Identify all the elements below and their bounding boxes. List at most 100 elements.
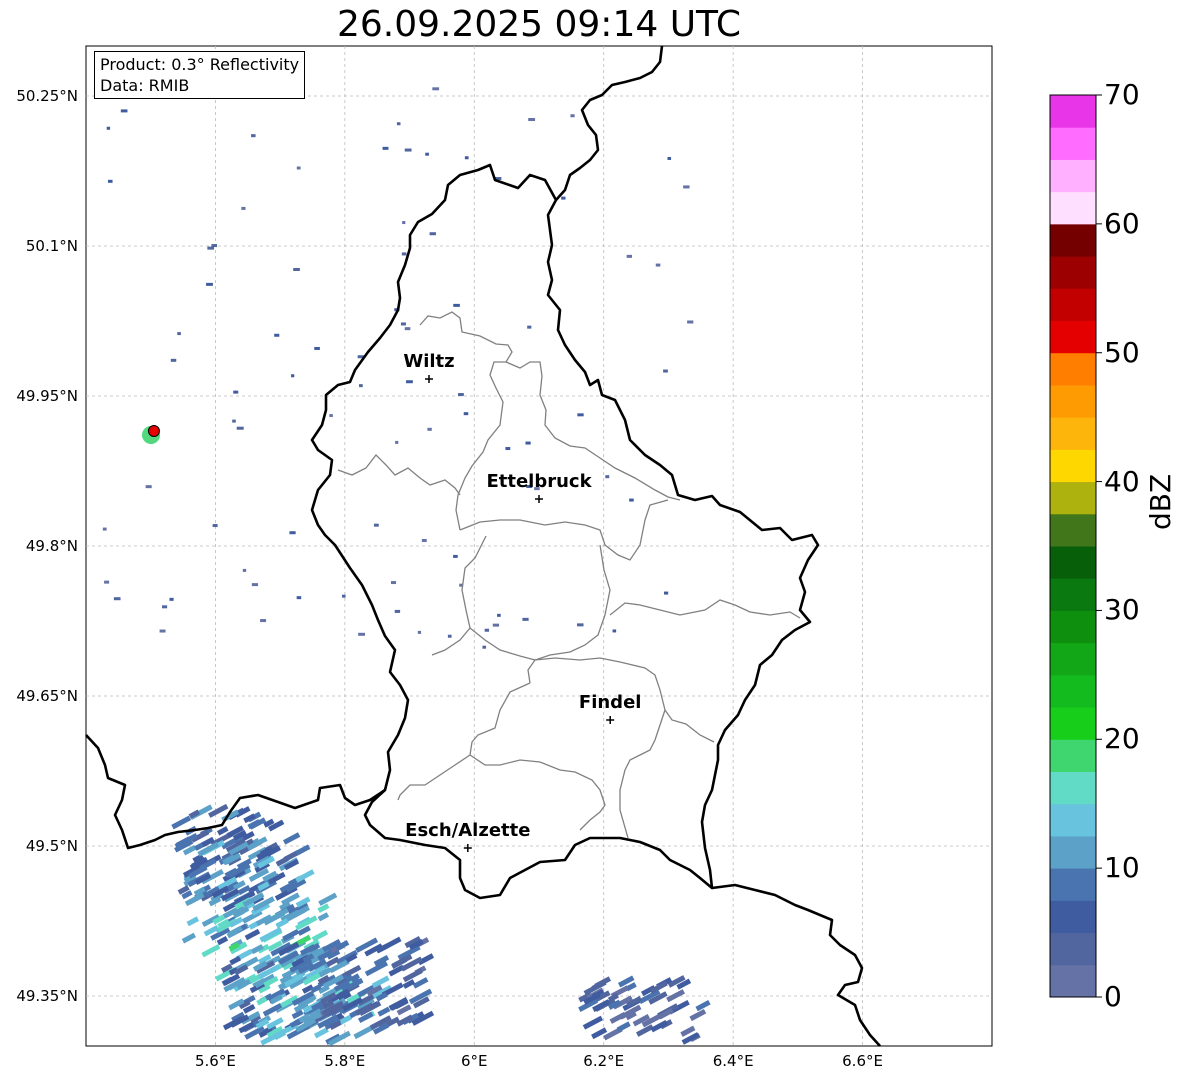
echo-speck bbox=[458, 393, 464, 397]
colorbar-segment bbox=[1050, 384, 1096, 418]
echo-speck bbox=[395, 440, 399, 444]
lon-tick-label: 5.8°E bbox=[324, 1052, 366, 1070]
lat-tick-label: 49.5°N bbox=[25, 837, 78, 855]
colorbar-segment bbox=[1050, 513, 1096, 547]
colorbar-segment bbox=[1050, 900, 1096, 934]
echo-speck bbox=[329, 414, 333, 418]
echo-speck bbox=[505, 447, 511, 451]
echo-speck bbox=[421, 539, 427, 543]
echo-speck bbox=[396, 122, 401, 126]
colorbar bbox=[1050, 94, 1102, 998]
echo-speck bbox=[463, 412, 469, 416]
echo-speck bbox=[663, 591, 669, 595]
echo-speck bbox=[260, 619, 267, 623]
echo-speck bbox=[464, 156, 469, 160]
echo-speck bbox=[570, 114, 575, 118]
echo-speck bbox=[104, 580, 110, 584]
echo-speck bbox=[394, 609, 401, 613]
echo-speck bbox=[169, 597, 174, 601]
colorbar-segment bbox=[1050, 932, 1096, 966]
echo-speck bbox=[145, 485, 152, 489]
echo-speck bbox=[373, 523, 379, 527]
echo-speck bbox=[212, 524, 218, 528]
echo-speck bbox=[453, 303, 460, 307]
echo-speck bbox=[629, 498, 634, 502]
echo-speck bbox=[417, 630, 422, 634]
echo-speck bbox=[102, 527, 107, 531]
echo-speck bbox=[605, 475, 610, 479]
echo-speck bbox=[113, 597, 121, 601]
lat-tick-label: 50.1°N bbox=[25, 237, 78, 255]
echo-speck bbox=[106, 126, 111, 130]
echo-speck bbox=[232, 419, 236, 423]
echo-speck bbox=[612, 629, 617, 633]
city-label: Esch/Alzette bbox=[405, 820, 531, 841]
lat-tick-label: 49.95°N bbox=[16, 387, 78, 405]
echo-speck bbox=[390, 581, 397, 585]
echo-speck bbox=[525, 441, 531, 445]
echo-speck bbox=[206, 282, 213, 286]
lon-tick-label: 6.4°E bbox=[712, 1052, 754, 1070]
echo-speck bbox=[447, 634, 452, 638]
colorbar-segment bbox=[1050, 320, 1096, 354]
colorbar-segment bbox=[1050, 803, 1096, 837]
city-label: Ettelbruck bbox=[486, 471, 592, 492]
echo-speck bbox=[296, 166, 301, 170]
colorbar-tick-label: 70 bbox=[1104, 78, 1140, 111]
colorbar-segment bbox=[1050, 835, 1096, 869]
echo-speck bbox=[358, 632, 366, 636]
lat-tick-label: 49.65°N bbox=[16, 687, 78, 705]
echo-speck bbox=[577, 623, 584, 627]
radar-site-marker[interactable] bbox=[147, 425, 160, 437]
echo-speck bbox=[236, 426, 244, 430]
colorbar-segment bbox=[1050, 449, 1096, 483]
colorbar-segment bbox=[1050, 739, 1096, 772]
echo-speck bbox=[561, 196, 566, 200]
colorbar-segment bbox=[1050, 642, 1096, 676]
echo-speck bbox=[683, 185, 690, 189]
colorbar-segment bbox=[1050, 288, 1096, 321]
echo-speck bbox=[251, 134, 256, 138]
echo-speck bbox=[492, 623, 500, 627]
lat-tick-label: 49.8°N bbox=[25, 537, 78, 555]
lon-tick-label: 6.2°E bbox=[583, 1052, 625, 1070]
colorbar-segment bbox=[1050, 352, 1096, 386]
echo-speck bbox=[291, 374, 295, 378]
echo-speck bbox=[453, 554, 458, 558]
colorbar-segment bbox=[1050, 159, 1096, 193]
echo-speck bbox=[342, 594, 346, 598]
colorbar-segment bbox=[1050, 223, 1096, 257]
colorbar-segment bbox=[1050, 674, 1096, 708]
echo-speck bbox=[663, 369, 668, 373]
echo-speck bbox=[406, 380, 413, 384]
echo-speck bbox=[289, 531, 296, 535]
echo-speck bbox=[293, 267, 300, 271]
colorbar-segment bbox=[1050, 771, 1096, 805]
echo-speck bbox=[429, 232, 436, 236]
echo-speck bbox=[522, 617, 529, 621]
city-label: Wiltz bbox=[403, 351, 455, 372]
colorbar-segment bbox=[1050, 610, 1096, 644]
echo-speck bbox=[655, 263, 661, 267]
echo-speck bbox=[432, 87, 440, 91]
echo-speck bbox=[687, 320, 694, 324]
radar-map[interactable] bbox=[0, 0, 1184, 1081]
echo-speck bbox=[425, 152, 429, 156]
lon-tick-label: 5.6°E bbox=[195, 1052, 236, 1070]
lat-tick-label: 50.25°N bbox=[16, 87, 78, 105]
lat-tick-label: 49.35°N bbox=[16, 987, 78, 1005]
colorbar-segment bbox=[1050, 707, 1096, 740]
echo-speck bbox=[107, 179, 113, 183]
echo-speck bbox=[427, 427, 432, 431]
echo-speck bbox=[251, 583, 259, 587]
echo-speck bbox=[484, 628, 490, 632]
echo-speck bbox=[401, 252, 407, 256]
echo-speck bbox=[211, 244, 217, 248]
colorbar-segment bbox=[1050, 546, 1096, 579]
lon-tick-label: 6.6°E bbox=[842, 1052, 883, 1070]
lon-tick-label: 6°E bbox=[461, 1052, 488, 1070]
product-info-box: Product: 0.3° Reflectivity Data: RMIB bbox=[94, 51, 306, 99]
echo-speck bbox=[528, 118, 536, 122]
colorbar-segment bbox=[1050, 127, 1096, 160]
echo-speck bbox=[233, 390, 239, 394]
